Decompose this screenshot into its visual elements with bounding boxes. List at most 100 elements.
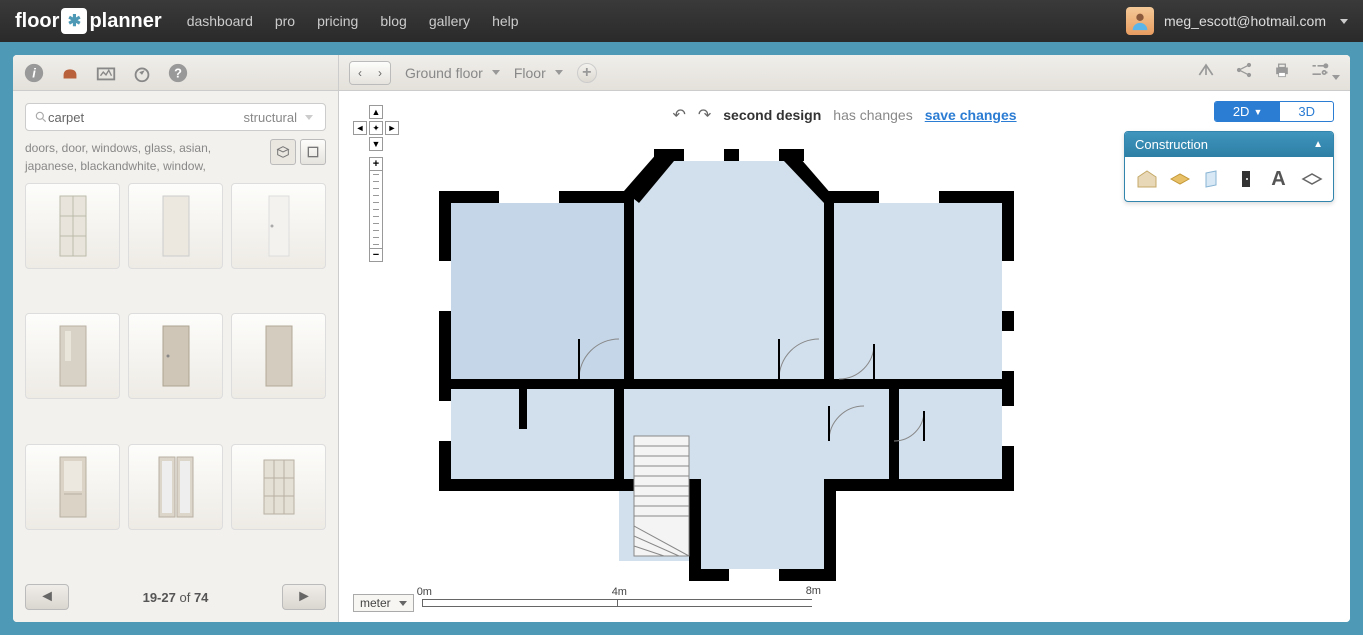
nav-dashboard[interactable]: dashboard xyxy=(187,13,253,29)
search-row: structural xyxy=(13,91,338,139)
chevron-down-icon xyxy=(1332,75,1340,80)
nav-blog[interactable]: blog xyxy=(380,13,406,29)
floor-select[interactable]: Floor xyxy=(514,65,563,81)
zoom-tick[interactable] xyxy=(369,213,383,220)
tool-door[interactable] xyxy=(1232,165,1259,193)
add-floor-button[interactable]: + xyxy=(577,63,597,83)
floor-ground-select[interactable]: Ground floor xyxy=(405,65,500,81)
zoom-tick[interactable] xyxy=(369,192,383,199)
search-input[interactable] xyxy=(48,110,240,125)
zoom-tick[interactable] xyxy=(369,185,383,192)
item-double-door[interactable] xyxy=(128,444,223,530)
zoom-out[interactable]: − xyxy=(369,248,383,262)
zoom-tick[interactable] xyxy=(369,178,383,185)
photos-icon[interactable] xyxy=(93,60,119,86)
pan-grid: ▲ ◄✦► ▼ xyxy=(353,105,399,151)
logo-text-2: planner xyxy=(89,10,161,33)
view-2d[interactable]: 2D▼ xyxy=(1215,102,1281,121)
help-icon[interactable]: ? xyxy=(165,60,191,86)
search-box[interactable]: structural xyxy=(25,103,326,131)
pan-up[interactable]: ▲ xyxy=(369,105,383,119)
view-switch: 2D▼ 3D xyxy=(1214,101,1334,122)
nav-pro[interactable]: pro xyxy=(275,13,295,29)
compass-icon[interactable] xyxy=(129,60,155,86)
export-icon[interactable] xyxy=(1196,60,1216,85)
pan-right[interactable]: ► xyxy=(385,121,399,135)
changes-label: has changes xyxy=(833,107,912,123)
nav-gallery[interactable]: gallery xyxy=(429,13,470,29)
pager-of: of xyxy=(179,590,190,605)
zoom-tick[interactable] xyxy=(369,227,383,234)
redo-icon[interactable]: ↷ xyxy=(698,105,711,125)
unit-label: meter xyxy=(360,596,391,610)
chevron-down-icon xyxy=(492,70,500,75)
share-icon[interactable] xyxy=(1234,60,1254,85)
construction-header[interactable]: Construction ▲ xyxy=(1125,132,1333,157)
item-plain-door[interactable] xyxy=(128,183,223,269)
category-select[interactable]: structural xyxy=(240,110,317,125)
item-panel-door-light[interactable] xyxy=(25,313,120,399)
unit-select[interactable]: meter xyxy=(353,594,414,612)
logo[interactable]: floor ✱ planner xyxy=(15,8,162,34)
logo-text-1: floor xyxy=(15,10,59,33)
user-menu[interactable]: meg_escott@hotmail.com xyxy=(1126,7,1348,35)
item-panel-door[interactable] xyxy=(128,313,223,399)
user-email: meg_escott@hotmail.com xyxy=(1164,13,1326,29)
nav-pricing[interactable]: pricing xyxy=(317,13,358,29)
pager-next[interactable]: ► xyxy=(282,584,326,610)
pan-down[interactable]: ▼ xyxy=(369,137,383,151)
item-glass-door[interactable] xyxy=(231,183,326,269)
top-navbar: floor ✱ planner dashboard pro pricing bl… xyxy=(0,0,1363,42)
zoom-tick[interactable] xyxy=(369,171,383,178)
chevron-down-icon xyxy=(555,70,563,75)
canvas[interactable]: ↶ ↷ second design has changes save chang… xyxy=(339,91,1350,622)
pan-center[interactable]: ✦ xyxy=(369,121,383,135)
item-grid-window[interactable] xyxy=(231,444,326,530)
zoom-tick[interactable] xyxy=(369,220,383,227)
nav-back[interactable]: ‹ xyxy=(350,62,370,84)
search-icon xyxy=(34,110,48,124)
search-tags: doors, door, windows, glass, asian, japa… xyxy=(25,139,262,175)
item-shoji-door[interactable] xyxy=(25,183,120,269)
canvas-toolbar-left: ‹ › Ground floor Floor + xyxy=(349,61,597,85)
furniture-icon[interactable] xyxy=(57,60,83,86)
view-2d-icon[interactable] xyxy=(300,139,326,165)
floorplan[interactable] xyxy=(429,141,1029,591)
tool-text[interactable]: A xyxy=(1265,165,1292,193)
zoom-tick[interactable] xyxy=(369,199,383,206)
scale-bar: 0m 4m 8m xyxy=(422,599,814,607)
pager-prev[interactable]: ◄ xyxy=(25,584,69,610)
chevron-down-icon xyxy=(305,115,313,120)
zoom-tick[interactable] xyxy=(369,206,383,213)
tool-dimension[interactable] xyxy=(1298,165,1325,193)
nav-forward[interactable]: › xyxy=(370,62,390,84)
info-icon[interactable]: i xyxy=(21,60,47,86)
settings-icon[interactable] xyxy=(1310,60,1340,85)
undo-icon[interactable]: ↶ xyxy=(672,105,685,125)
history-nav: ‹ › xyxy=(349,61,391,85)
view-3d-icon[interactable] xyxy=(270,139,296,165)
zoom-tick[interactable] xyxy=(369,234,383,241)
floor-label: Floor xyxy=(514,65,546,81)
app-inner: i ? structural doors, door, windows, gla… xyxy=(13,55,1350,622)
pager: ◄ 19-27 of 74 ► xyxy=(13,566,338,622)
construction-panel: Construction ▲ A xyxy=(1124,131,1334,202)
save-changes-link[interactable]: save changes xyxy=(925,107,1017,123)
design-info: ↶ ↷ second design has changes save chang… xyxy=(672,105,1016,125)
top-navbar-left: floor ✱ planner dashboard pro pricing bl… xyxy=(15,8,519,34)
tool-room[interactable] xyxy=(1133,165,1160,193)
tool-floor[interactable] xyxy=(1166,165,1193,193)
zoom-in[interactable]: + xyxy=(369,157,383,171)
pager-range: 19-27 xyxy=(143,590,176,605)
pan-left[interactable]: ◄ xyxy=(353,121,367,135)
view-3d[interactable]: 3D xyxy=(1280,102,1333,121)
tool-wall[interactable] xyxy=(1199,165,1226,193)
nav-help[interactable]: help xyxy=(492,13,518,29)
print-icon[interactable] xyxy=(1272,60,1292,85)
canvas-toolbar: ‹ › Ground floor Floor + xyxy=(339,55,1350,91)
item-screen-door[interactable] xyxy=(25,444,120,530)
item-solid-door[interactable] xyxy=(231,313,326,399)
construction-title: Construction xyxy=(1135,137,1208,152)
nav-links: dashboard pro pricing blog gallery help xyxy=(187,13,519,29)
zoom-tick[interactable] xyxy=(369,241,383,248)
